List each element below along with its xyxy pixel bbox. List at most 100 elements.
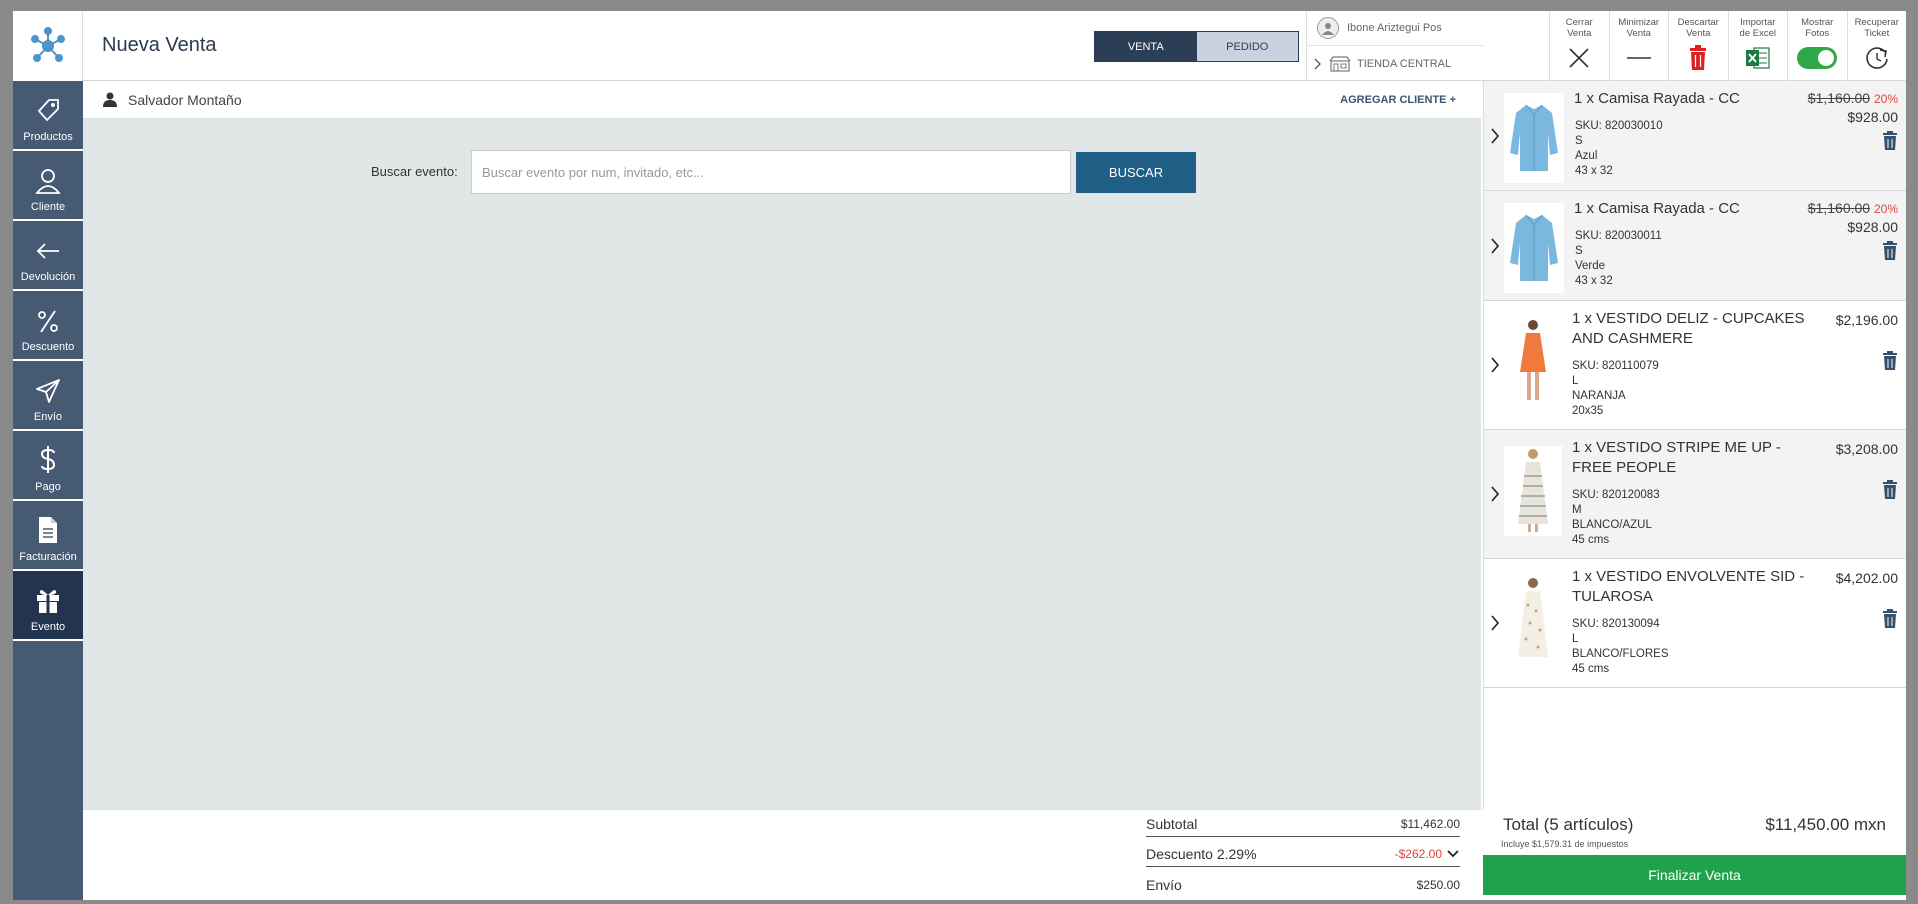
sidebar-item-label: Pago (35, 481, 61, 493)
item-price: $928.00 (1847, 109, 1898, 125)
cart-item[interactable]: 1 x Camisa Rayada - CC SKU: 820030011 S … (1484, 191, 1906, 301)
item-size: S (1575, 245, 1583, 257)
toggle-switch[interactable] (1797, 47, 1838, 69)
show-photos-toggle[interactable]: Mostrar Fotos (1787, 11, 1847, 81)
item-color: BLANCO/AZUL (1572, 519, 1652, 531)
product-image-dress (1504, 446, 1562, 536)
gift-icon (37, 590, 59, 613)
dollar-icon (40, 446, 56, 473)
cart-item[interactable]: 1 x VESTIDO DELIZ - CUPCAKES AND CASHMER… (1484, 301, 1906, 430)
item-measure: 45 cms (1572, 534, 1610, 546)
item-measure: 45 cms (1572, 663, 1610, 675)
item-name: 1 x Camisa Rayada - CC (1574, 90, 1740, 107)
sidebar-item-label: Cliente (30, 201, 66, 213)
item-price-block: $2,196.00 (1836, 311, 1898, 329)
product-image-dress (1508, 317, 1558, 407)
sale-mode-toggle: VENTA PEDIDO (1094, 31, 1299, 62)
page-title: Nueva Venta (102, 34, 217, 56)
item-price: $4,202.00 (1835, 570, 1898, 586)
discard-sale-button[interactable]: Descartar Venta (1668, 11, 1728, 81)
add-client-button[interactable]: AGREGAR CLIENTE + (1340, 94, 1456, 106)
recover-ticket-button[interactable]: Recuperar Ticket (1846, 11, 1907, 81)
item-size: M (1572, 504, 1582, 516)
tab-venta[interactable]: VENTA (1095, 32, 1197, 61)
close-icon (1569, 48, 1589, 68)
sidebar-item-label: Productos (23, 131, 73, 143)
cart-item[interactable]: 1 x VESTIDO ENVOLVENTE SID - TULAROSA SK… (1484, 559, 1906, 688)
sidebar-item-envio[interactable]: Envío (13, 361, 83, 431)
trash-icon[interactable] (1882, 351, 1898, 371)
tool-label: Descartar Venta (1677, 17, 1719, 39)
total-label: Total (5 artículos) (1503, 815, 1634, 834)
item-price: $928.00 (1847, 219, 1898, 235)
trash-icon[interactable] (1882, 131, 1898, 151)
discount-value: -$262.00 (1394, 847, 1442, 861)
excel-icon (1745, 47, 1770, 69)
item-sku: SKU: 820120083 (1572, 489, 1660, 501)
item-color: BLANCO/FLORES (1572, 648, 1669, 660)
item-color: Azul (1575, 150, 1598, 162)
item-name: 1 x VESTIDO DELIZ - CUPCAKES AND CASHMER… (1572, 310, 1805, 347)
chevron-right-icon[interactable] (1490, 614, 1500, 632)
tab-pedido[interactable]: PEDIDO (1196, 32, 1298, 61)
search-button[interactable]: BUSCAR (1076, 152, 1196, 193)
product-image-dress (1508, 575, 1558, 665)
sidebar-item-pago[interactable]: Pago (13, 431, 83, 501)
user-name: Ibone Ariztegui Pos (1347, 22, 1442, 34)
search-label: Buscar evento: (371, 164, 458, 179)
chevron-down-icon[interactable] (1446, 849, 1460, 859)
tool-label: Minimizar Venta (1618, 17, 1660, 39)
trash-icon[interactable] (1882, 480, 1898, 500)
chevron-right-icon[interactable] (1490, 356, 1500, 374)
toolbar: Cerrar Venta Minimizar Venta Descartar V… (1549, 11, 1906, 81)
discount-row[interactable]: Descuento 2.29% -$262.00 (1146, 842, 1460, 867)
product-image-shirt (1504, 93, 1564, 183)
cart-item[interactable]: 1 x Camisa Rayada - CC SKU: 820030010 S … (1484, 81, 1906, 191)
trash-icon[interactable] (1882, 609, 1898, 629)
store-name: TIENDA CENTRAL (1357, 57, 1452, 70)
event-search-input[interactable] (471, 150, 1071, 194)
chevron-right-icon[interactable] (1490, 127, 1500, 145)
cart-item[interactable]: 1 x VESTIDO STRIPE ME UP - FREE PEOPLE S… (1484, 430, 1906, 559)
item-discount-pct: 20% (1873, 202, 1898, 216)
item-details: SKU: 820110079 L NARANJA 20x35 (1572, 359, 1659, 419)
item-measure: 43 x 32 (1575, 165, 1613, 177)
chevron-right-icon[interactable] (1490, 485, 1500, 503)
item-name: 1 x Camisa Rayada - CC (1574, 200, 1740, 217)
refresh-icon (1866, 47, 1888, 69)
pos-window: Productos Cliente Devolución Descuento E… (13, 11, 1906, 900)
item-name: 1 x VESTIDO STRIPE ME UP - FREE PEOPLE (1572, 439, 1781, 476)
product-image-shirt (1504, 203, 1564, 293)
tool-label: Cerrar Venta (1565, 17, 1593, 39)
percent-icon (38, 310, 58, 333)
sidebar-item-descuento[interactable]: Descuento (13, 291, 83, 361)
item-size: L (1572, 633, 1579, 645)
chevron-right-icon[interactable] (1490, 237, 1500, 255)
minimize-sale-button[interactable]: Minimizar Venta (1608, 11, 1669, 81)
app-logo[interactable] (13, 11, 83, 81)
trash-icon[interactable] (1882, 241, 1898, 261)
store-row[interactable]: TIENDA CENTRAL (1307, 46, 1484, 81)
total-row: Total (5 artículos) $11,450.00 mxn (1503, 815, 1886, 835)
import-excel-button[interactable]: Importar de Excel (1727, 11, 1788, 81)
sidebar-item-devolucion[interactable]: Devolución (13, 221, 83, 291)
item-sku: SKU: 820030010 (1575, 120, 1663, 132)
sidebar-item-cliente[interactable]: Cliente (13, 151, 83, 221)
document-icon (39, 517, 57, 543)
item-details: SKU: 820030010 S Azul 43 x 32 (1575, 119, 1663, 179)
close-sale-button[interactable]: Cerrar Venta (1549, 11, 1609, 81)
sidebar-item-evento[interactable]: Evento (13, 571, 83, 641)
sidebar-item-label: Facturación (19, 551, 77, 563)
item-sku: SKU: 820110079 (1572, 360, 1659, 372)
sidebar: Productos Cliente Devolución Descuento E… (13, 11, 83, 900)
item-price-block: $1,160.00 20% $928.00 (1808, 199, 1898, 236)
item-color: Verde (1575, 260, 1606, 272)
total-value: $11,450.00 mxn (1765, 815, 1886, 834)
item-price-block: $1,160.00 20% $928.00 (1808, 89, 1898, 126)
sidebar-item-facturacion[interactable]: Facturación (13, 501, 83, 571)
finalize-sale-button[interactable]: Finalizar Venta (1483, 855, 1906, 895)
shipping-value: $250.00 (1416, 877, 1460, 892)
user-row[interactable]: Ibone Ariztegui Pos (1307, 11, 1484, 46)
sidebar-item-productos[interactable]: Productos (13, 81, 83, 151)
user-icon (1322, 23, 1334, 35)
